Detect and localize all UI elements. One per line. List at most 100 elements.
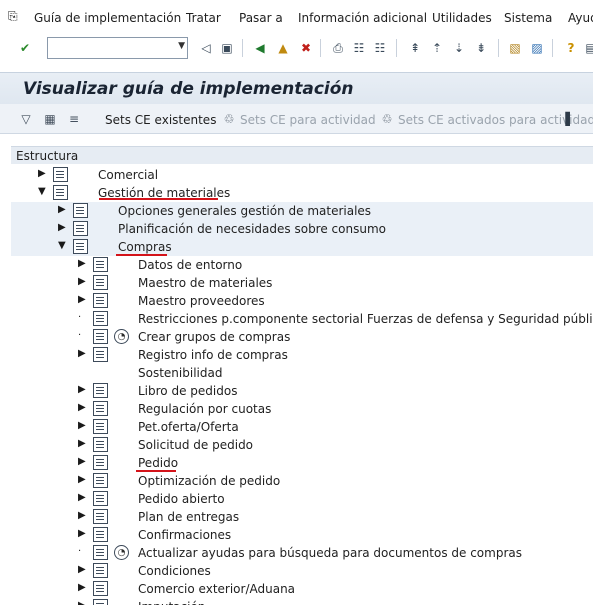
command-field[interactable]: ▼ bbox=[47, 37, 188, 59]
tree-node-label[interactable]: Planificación de necesidades sobre consu… bbox=[118, 222, 386, 236]
documentation-icon[interactable] bbox=[93, 383, 108, 398]
documentation-icon[interactable] bbox=[93, 401, 108, 416]
menu-icon[interactable]: ⎘ bbox=[8, 9, 18, 24]
tree-node[interactable]: · ◔ Actualizar ayudas para búsqueda para d… bbox=[11, 544, 593, 562]
documentation-icon[interactable] bbox=[93, 293, 108, 308]
tree-node-label[interactable]: Comercio exterior/Aduana bbox=[138, 582, 295, 596]
tree-node-label[interactable]: Libro de pedidos bbox=[138, 384, 237, 398]
tree-node[interactable]: ▶ Optimización de pedido bbox=[11, 472, 593, 490]
expand-arrow-icon[interactable]: ▶ bbox=[78, 492, 86, 503]
tree-node-label[interactable]: Opciones generales gestión de materiales bbox=[118, 204, 371, 218]
documentation-icon[interactable] bbox=[93, 527, 108, 542]
help-icon[interactable]: ? bbox=[562, 39, 580, 57]
documentation-icon[interactable] bbox=[53, 167, 68, 182]
execute-clock-icon[interactable]: ◔ bbox=[114, 545, 129, 560]
find-next-icon[interactable]: ☷ bbox=[371, 39, 389, 57]
expand-arrow-icon[interactable]: ▶ bbox=[78, 528, 86, 539]
next-page-icon[interactable]: ⇣ bbox=[450, 39, 468, 57]
documentation-icon[interactable] bbox=[93, 545, 108, 560]
project-icon[interactable]: ▦ bbox=[42, 111, 58, 127]
documentation-icon[interactable] bbox=[93, 455, 108, 470]
documentation-icon[interactable] bbox=[93, 347, 108, 362]
sets-existing-button[interactable]: Sets CE existentes bbox=[105, 113, 216, 127]
execute-clock-icon[interactable]: ◔ bbox=[114, 329, 129, 344]
previous-page-icon[interactable]: ⇡ bbox=[428, 39, 446, 57]
dropdown-arrow-icon[interactable]: ▼ bbox=[178, 41, 185, 51]
layout-menu-icon[interactable]: ▤ bbox=[582, 39, 593, 57]
tree-node[interactable]: ▶ Regulación por cuotas bbox=[11, 400, 593, 418]
tree-node[interactable]: ▶ Maestro de materiales bbox=[11, 274, 593, 292]
documentation-icon[interactable] bbox=[53, 185, 68, 200]
tree-node-label[interactable]: Pedido abierto bbox=[138, 492, 225, 506]
shortcut-icon[interactable]: ▨ bbox=[528, 39, 546, 57]
back-icon[interactable]: ◀ bbox=[251, 39, 269, 57]
expand-arrow-icon[interactable]: ▶ bbox=[78, 420, 86, 431]
documentation-icon[interactable] bbox=[93, 491, 108, 506]
tree-node-label[interactable]: Regulación por cuotas bbox=[138, 402, 271, 416]
expand-arrow-icon[interactable]: ▶ bbox=[78, 474, 86, 485]
tree-node[interactable]: ▶ Comercio exterior/Aduana bbox=[11, 580, 593, 598]
menu-item-pasar[interactable]: Pasar a bbox=[239, 11, 283, 25]
expand-arrow-icon[interactable]: ▶ bbox=[78, 564, 86, 575]
tree-node-label[interactable]: Compras bbox=[118, 240, 172, 254]
tree-node-label[interactable]: Datos de entorno bbox=[138, 258, 242, 272]
tree-node[interactable]: ▶ Registro info de compras bbox=[11, 346, 593, 364]
tree-node-label[interactable]: Comercial bbox=[98, 168, 158, 182]
documentation-icon[interactable] bbox=[93, 329, 108, 344]
print-icon[interactable]: ⎙ bbox=[329, 39, 347, 57]
tree-node-label[interactable]: Pedido bbox=[138, 456, 178, 470]
documentation-icon[interactable] bbox=[93, 563, 108, 578]
tree-node[interactable]: · Restricciones p.componente sectorial Fu… bbox=[11, 310, 593, 328]
expand-arrow-icon[interactable]: ▶ bbox=[78, 582, 86, 593]
tree-node-label[interactable]: Restricciones p.componente sectorial Fue… bbox=[138, 312, 593, 326]
tree-node-label[interactable]: Sostenibilidad bbox=[138, 366, 222, 380]
documentation-icon[interactable] bbox=[93, 581, 108, 596]
tree-node[interactable]: ▶ Imputación bbox=[11, 598, 593, 605]
tree-node[interactable]: Sostenibilidad bbox=[11, 364, 593, 382]
documentation-icon[interactable] bbox=[93, 419, 108, 434]
back-triangle-icon[interactable]: ◁ bbox=[197, 39, 215, 57]
tree-node[interactable]: ▶ Datos de entorno bbox=[11, 256, 593, 274]
menu-item-guia[interactable]: Guía de implementación bbox=[34, 11, 181, 25]
tree-node[interactable]: ▶ Pedido abierto bbox=[11, 490, 593, 508]
structure-icon[interactable]: ≡ bbox=[66, 111, 82, 127]
expand-arrow-icon[interactable]: ▶ bbox=[78, 456, 86, 467]
enter-check-icon[interactable]: ✔ bbox=[16, 39, 34, 57]
expand-arrow-icon[interactable]: ▶ bbox=[78, 600, 86, 605]
documentation-icon[interactable] bbox=[73, 221, 88, 236]
tree-node-label[interactable]: Solicitud de pedido bbox=[138, 438, 253, 452]
documentation-icon[interactable] bbox=[93, 509, 108, 524]
collapse-arrow-icon[interactable]: ▼ bbox=[58, 240, 66, 251]
tree-node-label[interactable]: Maestro proveedores bbox=[138, 294, 265, 308]
menu-item-ayuda[interactable]: Ayud bbox=[568, 11, 593, 25]
tree-node[interactable]: ▶ Pet.oferta/Oferta bbox=[11, 418, 593, 436]
tree-node-label[interactable]: Imputación bbox=[138, 600, 205, 605]
documentation-icon[interactable] bbox=[73, 239, 88, 254]
filter-icon[interactable]: ▽ bbox=[18, 111, 34, 127]
expand-arrow-icon[interactable]: ▶ bbox=[78, 510, 86, 521]
documentation-icon[interactable] bbox=[93, 257, 108, 272]
menu-item-sistema[interactable]: Sistema bbox=[504, 11, 552, 25]
expand-arrow-icon[interactable]: ▶ bbox=[78, 258, 86, 269]
expand-arrow-icon[interactable]: ▶ bbox=[58, 222, 66, 233]
expand-arrow-icon[interactable]: ▶ bbox=[78, 438, 86, 449]
tree-node[interactable]: ▶ Comercial bbox=[11, 166, 593, 184]
tree-node[interactable]: ▶ Confirmaciones bbox=[11, 526, 593, 544]
documentation-icon[interactable] bbox=[93, 275, 108, 290]
menu-item-tratar[interactable]: Tratar bbox=[186, 11, 221, 25]
expand-arrow-icon[interactable]: ▶ bbox=[78, 402, 86, 413]
menu-item-utilidades[interactable]: Utilidades bbox=[432, 11, 492, 25]
more-icon[interactable]: ▌ bbox=[562, 111, 578, 127]
tree-node[interactable]: ▶ Condiciones bbox=[11, 562, 593, 580]
tree-node[interactable]: ▶ Libro de pedidos bbox=[11, 382, 593, 400]
tree-node-label[interactable]: Condiciones bbox=[138, 564, 211, 578]
documentation-icon[interactable] bbox=[93, 437, 108, 452]
tree-node[interactable]: ▼ Compras bbox=[11, 238, 593, 256]
tree-node[interactable]: ▶ Solicitud de pedido bbox=[11, 436, 593, 454]
last-page-icon[interactable]: ⇟ bbox=[472, 39, 490, 57]
documentation-icon[interactable] bbox=[93, 473, 108, 488]
first-page-icon[interactable]: ⇞ bbox=[406, 39, 424, 57]
tree-node-label[interactable]: Optimización de pedido bbox=[138, 474, 280, 488]
tree-node-label[interactable]: Registro info de compras bbox=[138, 348, 288, 362]
collapse-arrow-icon[interactable]: ▼ bbox=[38, 186, 46, 197]
